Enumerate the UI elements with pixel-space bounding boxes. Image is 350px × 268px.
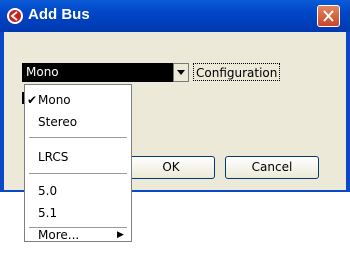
menu-item-mono[interactable]: ✔ Mono: [25, 91, 131, 109]
menu-item-lrcs[interactable]: LRCS: [25, 148, 131, 166]
menu-item-label: 5.0: [38, 184, 58, 198]
close-icon: [323, 10, 334, 22]
checkmark-icon: ✔: [27, 93, 38, 107]
title-bar[interactable]: Add Bus: [0, 0, 350, 32]
close-button[interactable]: [317, 5, 340, 27]
menu-item-stereo[interactable]: Stereo: [25, 113, 131, 131]
menu-item-5-1[interactable]: 5.1: [25, 204, 131, 222]
window-title: Add Bus: [28, 6, 90, 23]
menu-separator: [29, 173, 127, 174]
configuration-dropdown-menu: ✔ Mono Stereo LRCS 5.0 5.1 More... ▶: [24, 84, 132, 242]
configuration-select-value: Mono: [26, 65, 59, 79]
menu-item-label: LRCS: [38, 150, 69, 164]
menu-item-5-0[interactable]: 5.0: [25, 182, 131, 200]
chevron-down-icon: [177, 70, 185, 75]
submenu-arrow-icon: ▶: [117, 230, 124, 240]
menu-item-label: More...: [38, 228, 80, 242]
dropdown-toggle-button[interactable]: [173, 63, 189, 82]
menu-item-label: Stereo: [38, 115, 78, 129]
app-logo-icon: [7, 8, 23, 24]
menu-item-label: Mono: [38, 93, 71, 107]
menu-item-label: 5.1: [38, 206, 58, 220]
cancel-button[interactable]: Cancel: [225, 156, 319, 179]
configuration-button[interactable]: Configuration: [193, 63, 281, 81]
menu-item-more[interactable]: More... ▶: [25, 228, 131, 242]
ok-button[interactable]: OK: [127, 156, 215, 179]
configuration-select[interactable]: Mono: [22, 63, 188, 82]
window-border-right: [346, 32, 350, 192]
menu-separator: [29, 137, 127, 138]
